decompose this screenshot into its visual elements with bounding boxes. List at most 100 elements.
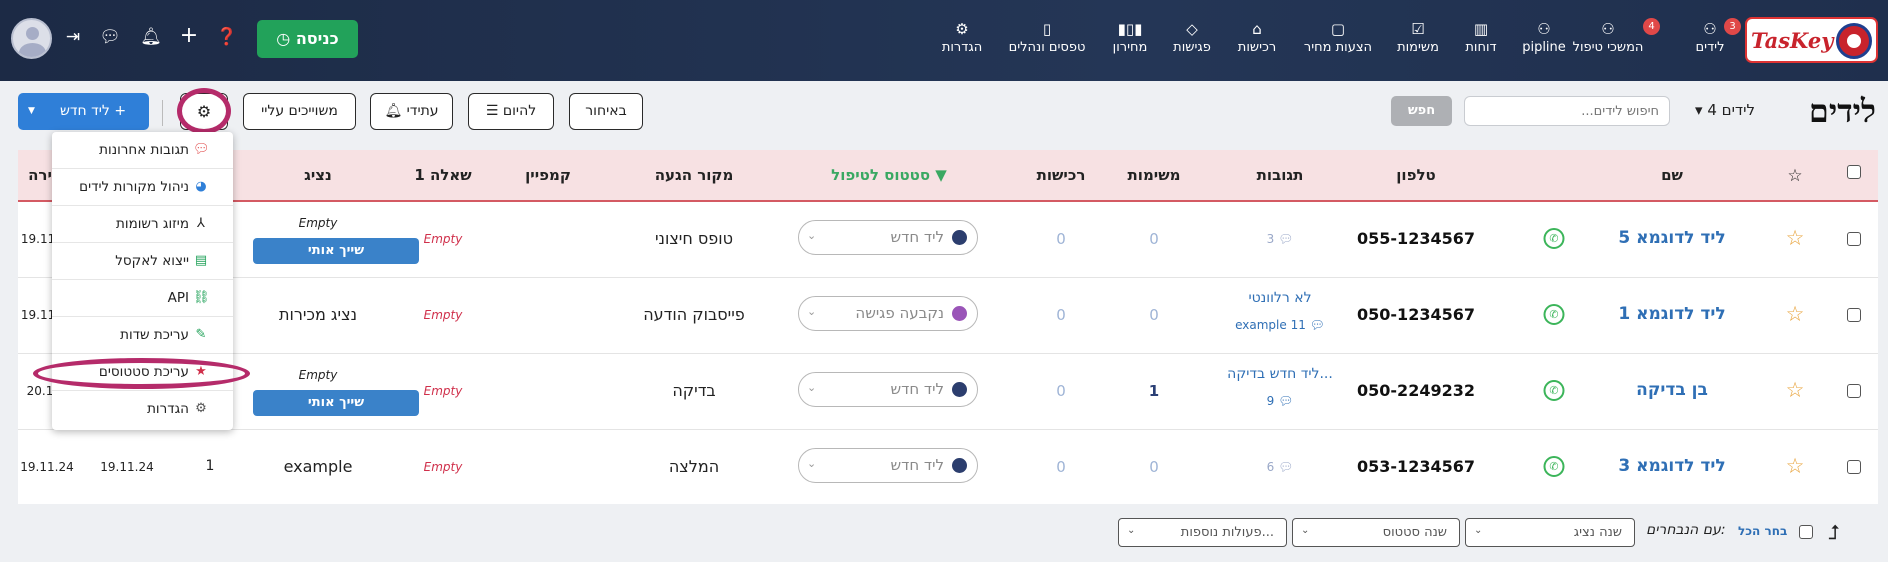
campaign-value: 1 [205, 458, 215, 474]
nav-item-settings[interactable]: ⚙ הגדרות [939, 18, 985, 64]
chat-icon: 💬︎ [1278, 460, 1294, 474]
menu-item-lead-sources[interactable]: ◕ ניהול מקורות לידים [52, 169, 233, 206]
tasks-count[interactable]: 0 [1149, 458, 1159, 476]
search-input[interactable] [1464, 96, 1670, 126]
new-lead-button[interactable]: ▼ ליד חדש + [18, 93, 149, 130]
chat-icon[interactable]: 💬︎ [99, 27, 121, 47]
whatsapp-icon[interactable]: ✆ [1543, 456, 1565, 477]
arrow-up-icon: ⮥ [1828, 520, 1840, 544]
assign-me-button[interactable]: שייך אותי [253, 390, 419, 416]
status-select[interactable]: ליד חדש ⌄ [798, 372, 978, 407]
tasks-count[interactable]: 0 [1149, 306, 1159, 324]
question-value[interactable]: Empty [424, 232, 463, 246]
filter-future-button[interactable]: 🔔︎ עתידי [370, 93, 453, 130]
header-question: שאלה 1 [414, 166, 472, 184]
nav-item-purchases[interactable]: ⌂ רכישות [1235, 18, 1279, 64]
question-value[interactable]: Empty [424, 384, 463, 398]
last-response-text[interactable]: לא רלוונטי [1248, 290, 1311, 306]
nav-item-quotes[interactable]: ▢ הצעות מחיר [1301, 18, 1375, 64]
filter-overdue-button[interactable]: באיחור [569, 93, 643, 130]
search-button[interactable]: חפש [1391, 96, 1452, 126]
purchases-count[interactable]: 0 [1056, 306, 1066, 324]
whatsapp-icon[interactable]: ✆ [1543, 304, 1565, 325]
bulk-select-all-checkbox[interactable] [1799, 525, 1813, 539]
chat-icon: 💬︎ [1278, 232, 1294, 246]
nav-item-meetings[interactable]: ◇ פגישות [1170, 18, 1214, 64]
nav-item-tasks[interactable]: ☑ משימות [1394, 18, 1442, 64]
bell-icon[interactable]: 🔔︎ [140, 27, 162, 47]
status-select[interactable]: ליד חדש ⌄ [798, 448, 978, 483]
header-tasks: משימות [1127, 166, 1181, 184]
tasks-count[interactable]: 0 [1149, 230, 1159, 248]
leads-count-dropdown[interactable]: ▾ 4 לידים [1695, 101, 1755, 119]
responses-count[interactable]: 6 💬︎ [1267, 460, 1294, 474]
chat-icon: 💬︎ [1278, 394, 1294, 408]
table-row[interactable]: ☆ ליד לדוגמא 3 ✆ 053-1234567 6 💬︎ 0 0 לי… [18, 430, 1878, 506]
nav-item-reports[interactable]: ▥ דוחות [1460, 18, 1502, 64]
menu-item-edit-fields[interactable]: ✎ עריכת שדות [52, 317, 233, 354]
whatsapp-icon[interactable]: ✆ [1543, 380, 1565, 401]
question-value[interactable]: Empty [424, 460, 463, 474]
rep-value[interactable]: נציג מכירות [279, 305, 357, 324]
purchases-count[interactable]: 0 [1056, 230, 1066, 248]
chevron-down-icon: ▾ [1695, 101, 1708, 119]
nav-item-followups[interactable]: ⚇ המשכי טיפול 4 [1556, 18, 1660, 64]
menu-item-export-excel[interactable]: ▤ ייצוא לאקסל [52, 243, 233, 280]
nav-item-pricelist[interactable]: ▮▯▮ מחירון [1108, 18, 1152, 64]
login-icon[interactable]: ⇥ [62, 27, 84, 47]
table-row[interactable]: ☆ ליד לדוגמא 1 ✆ 050-1234567 לא רלוונטי … [18, 278, 1878, 354]
menu-item-api[interactable]: ⛓ API [52, 280, 233, 317]
help-icon[interactable]: ❓ [216, 27, 238, 47]
table-row[interactable]: ☆ בן בדיקה ✆ 050-2249232 ליד חדש בדיקה..… [18, 354, 1878, 430]
select-all-link[interactable]: בחר הכל [1738, 524, 1787, 538]
header-status-filter[interactable]: סטטוס לטיפול ▼ [831, 166, 947, 184]
star-icon[interactable]: ☆ [1786, 302, 1805, 326]
last-response-text[interactable]: ליד חדש בדיקה... [1227, 366, 1333, 382]
table-row[interactable]: ☆ ליד לדוגמא 5 ✆ 055-1234567 3 💬︎ 0 0 לי… [18, 202, 1878, 278]
row-checkbox[interactable] [1847, 308, 1861, 322]
responses-count[interactable]: example 11 💬︎ [1235, 318, 1325, 332]
change-status-select[interactable]: ⌄ שנה סטטוס [1292, 518, 1460, 547]
gear-icon: ⚙ [955, 20, 969, 38]
purchases-count[interactable]: 0 [1056, 458, 1066, 476]
filter-today-button[interactable]: ☰ להיום [468, 93, 554, 130]
star-icon[interactable]: ☆ [1786, 454, 1805, 478]
question-value[interactable]: Empty [424, 308, 463, 322]
status-select[interactable]: נקבעה פגישה ⌄ [798, 296, 978, 331]
filter-icon: ▼ [935, 166, 947, 184]
nav-item-pipeline[interactable]: ⚇ pipline [1522, 18, 1566, 64]
star-icon[interactable]: ☆ [1786, 378, 1805, 402]
header-campaign: קמפיין [525, 166, 571, 184]
purchases-count[interactable]: 0 [1056, 382, 1066, 400]
filter-assigned-to-me-button[interactable]: משוייכים עליי [243, 93, 356, 130]
whatsapp-icon[interactable]: ✆ [1543, 228, 1565, 249]
plus-icon[interactable]: + [178, 23, 200, 48]
row-checkbox[interactable] [1847, 460, 1861, 474]
row-checkbox[interactable] [1847, 232, 1861, 246]
plus-icon: + [114, 103, 127, 119]
row-checkbox[interactable] [1847, 384, 1861, 398]
menu-item-merge-records[interactable]: ⅄ מיזוג רשומות [52, 206, 233, 243]
taskey-logo[interactable]: TasKey [1745, 17, 1878, 63]
menu-item-settings[interactable]: ⚙ הגדרות [52, 391, 233, 428]
user-avatar[interactable] [11, 18, 52, 59]
responses-count[interactable]: 9 💬︎ [1267, 394, 1294, 408]
rep-value[interactable]: example [284, 457, 353, 476]
nav-item-forms[interactable]: ▯ טפסים ונהלים [1006, 18, 1088, 64]
status-select[interactable]: ליד חדש ⌄ [798, 220, 978, 255]
select-all-checkbox[interactable] [1847, 165, 1861, 179]
clock-in-button[interactable]: ◷ כניסה [257, 20, 358, 58]
menu-item-recent-responses[interactable]: 💬︎ תגובות אחרונות [52, 132, 233, 169]
more-actions-select[interactable]: ⌄ פעולות נוספות... [1118, 518, 1287, 547]
lead-name-link[interactable]: ליד לדוגמא 3 [1618, 456, 1725, 476]
lead-name-link[interactable]: בן בדיקה [1636, 380, 1708, 400]
lead-name-link[interactable]: ליד לדוגמא 1 [1618, 304, 1725, 324]
star-icon[interactable]: ☆ [1786, 226, 1805, 250]
responses-count[interactable]: 3 💬︎ [1267, 232, 1294, 246]
header-responses: תגובות [1256, 166, 1304, 184]
nav-item-leads[interactable]: ⚇ לידים 3 [1687, 18, 1741, 64]
lead-name-link[interactable]: ליד לדוגמא 5 [1618, 228, 1725, 248]
change-rep-select[interactable]: ⌄ שנה נציג [1465, 518, 1635, 547]
tasks-count[interactable]: 1 [1149, 382, 1159, 400]
assign-me-button[interactable]: שייך אותי [253, 238, 419, 264]
